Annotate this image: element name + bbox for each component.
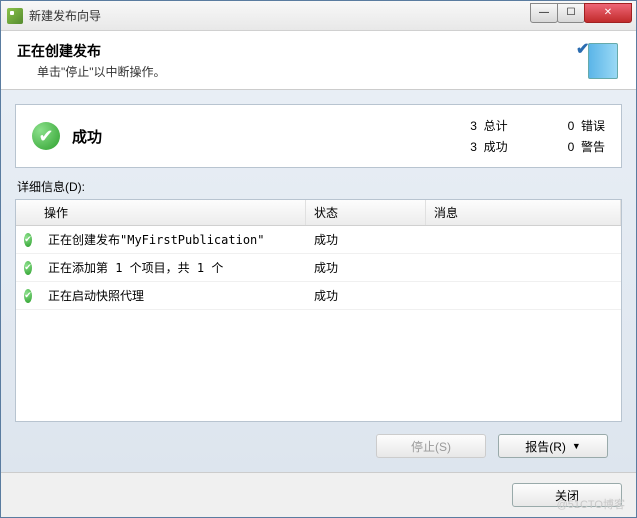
summary-box: ✔ 成功 3 总计 3 成功 0 错误 0 警告 — [15, 104, 622, 168]
table-row[interactable]: ✔正在创建发布"MyFirstPublication"成功 — [16, 226, 621, 254]
summary-status: 成功 — [72, 126, 470, 147]
row-status: 成功 — [306, 226, 426, 253]
close-button[interactable]: 关闭 — [512, 483, 622, 507]
row-operation: 正在创建发布"MyFirstPublication" — [40, 226, 306, 253]
app-icon — [7, 8, 23, 24]
table-row[interactable]: ✔正在添加第 1 个项目，共 1 个成功 — [16, 254, 621, 282]
row-operation: 正在启动快照代理 — [40, 282, 306, 309]
titlebar[interactable]: 新建发布向导 — ☐ ✕ — [1, 1, 636, 31]
table-row[interactable]: ✔正在启动快照代理成功 — [16, 282, 621, 310]
stat-total: 3 总计 — [470, 117, 507, 134]
row-message — [426, 263, 621, 273]
col-operation[interactable]: 操作 — [16, 200, 306, 225]
row-status: 成功 — [306, 282, 426, 309]
stat-error: 0 错误 — [568, 117, 605, 134]
page-title: 正在创建发布 — [17, 41, 580, 61]
window-title: 新建发布向导 — [29, 7, 531, 24]
book-icon — [588, 43, 618, 79]
row-status: 成功 — [306, 254, 426, 281]
content-area: ✔ 成功 3 总计 3 成功 0 错误 0 警告 详细信息(D): 操作 状态 … — [1, 90, 636, 472]
stat-success: 3 成功 — [470, 138, 507, 155]
action-buttons: 停止(S) 报告(R) ▼ — [15, 422, 622, 458]
success-icon: ✔ — [32, 122, 60, 150]
row-message — [426, 291, 621, 301]
minimize-button[interactable]: — — [530, 3, 558, 23]
col-status[interactable]: 状态 — [306, 200, 426, 225]
row-status-icon: ✔ — [16, 228, 40, 252]
dropdown-icon: ▼ — [572, 441, 581, 451]
wizard-window: 新建发布向导 — ☐ ✕ 正在创建发布 单击"停止"以中断操作。 ✔ ✔ 成功 … — [0, 0, 637, 518]
grid-header: 操作 状态 消息 — [16, 200, 621, 226]
report-button[interactable]: 报告(R) ▼ — [498, 434, 608, 458]
row-status-icon: ✔ — [16, 284, 40, 308]
maximize-button[interactable]: ☐ — [557, 3, 585, 23]
stat-warning: 0 警告 — [568, 138, 605, 155]
col-message[interactable]: 消息 — [426, 200, 621, 225]
stop-button: 停止(S) — [376, 434, 486, 458]
footer: 关闭 — [1, 472, 636, 517]
report-button-label: 报告(R) — [525, 438, 566, 455]
window-controls: — ☐ ✕ — [531, 3, 632, 23]
header-panel: 正在创建发布 单击"停止"以中断操作。 ✔ — [1, 31, 636, 90]
details-label: 详细信息(D): — [17, 178, 620, 195]
details-grid[interactable]: 操作 状态 消息 ✔正在创建发布"MyFirstPublication"成功✔正… — [15, 199, 622, 422]
page-subtitle: 单击"停止"以中断操作。 — [37, 63, 580, 80]
row-message — [426, 235, 621, 245]
row-status-icon: ✔ — [16, 256, 40, 280]
close-window-button[interactable]: ✕ — [584, 3, 632, 23]
row-operation: 正在添加第 1 个项目，共 1 个 — [40, 254, 306, 281]
header-graphic: ✔ — [580, 41, 620, 81]
